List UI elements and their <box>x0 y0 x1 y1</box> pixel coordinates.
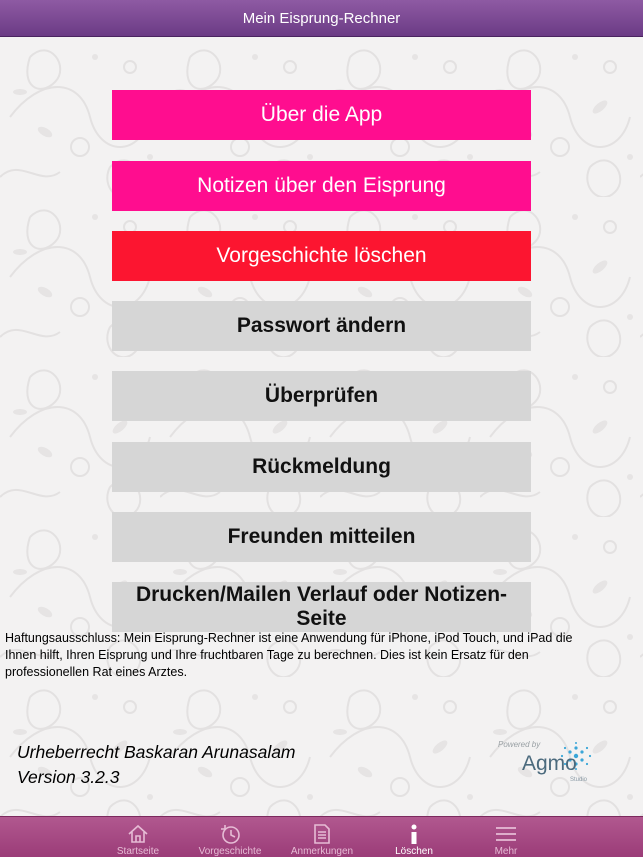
about-app-label: Über die App <box>260 103 383 126</box>
delete-history-label: Vorgeschichte löschen <box>216 244 427 267</box>
tab-history[interactable]: Vorgeschichte <box>184 817 276 857</box>
more-icon <box>496 827 516 841</box>
ovulation-notes-button[interactable]: Notizen über den Eisprung <box>112 161 531 211</box>
about-app-button[interactable]: Über die App <box>112 90 531 140</box>
feedback-button[interactable]: Rückmeldung <box>112 442 531 492</box>
ovulation-notes-label: Notizen über den Eisprung <box>197 174 446 197</box>
floral-background <box>0 37 643 816</box>
notes-icon <box>314 824 330 844</box>
content-area: Über die App Notizen über den Eisprung V… <box>0 37 643 816</box>
print-mail-label-line1: Drucken/Mailen Verlauf oder Notizen- <box>135 583 508 606</box>
review-button[interactable]: Überprüfen <box>112 371 531 421</box>
disclaimer-line: Haftungsausschluss: Mein Eisprung-Rechne… <box>5 631 573 645</box>
tab-home[interactable]: Startseite <box>92 817 184 857</box>
info-icon <box>411 824 417 844</box>
copyright-text: Urheberrecht Baskaran Arunasalam <box>17 742 296 762</box>
tab-label: Anmerkungen <box>290 846 354 857</box>
version-text: Version 3.2.3 <box>17 767 120 787</box>
page-title: Mein Eisprung-Rechner <box>242 9 401 27</box>
print-mail-button[interactable]: Drucken/Mailen Verlauf oder Notizen- Sei… <box>112 582 531 632</box>
tab-bar: Startseite Vorgeschichte Anmerkungen Lös… <box>0 816 643 857</box>
tab-label: Vorgeschichte <box>198 846 262 857</box>
tab-delete[interactable]: Löschen <box>368 817 460 857</box>
copyright-block: Urheberrecht Baskaran Arunasalam Version… <box>17 740 296 790</box>
history-icon <box>221 825 240 844</box>
agmo-studio-label: Studio <box>570 777 588 783</box>
powered-by-label: Powered by <box>498 740 541 749</box>
tab-label: Mehr <box>494 846 518 857</box>
tell-friends-label: Freunden mitteilen <box>227 525 416 548</box>
review-label: Überprüfen <box>264 384 379 407</box>
disclaimer-line: professionellen Rat eines Arztes. <box>5 665 188 679</box>
tab-label: Startseite <box>116 846 160 857</box>
tab-more[interactable]: Mehr <box>460 817 552 857</box>
navigation-bar: Mein Eisprung-Rechner <box>0 0 643 37</box>
print-mail-label-line2: Seite <box>296 607 347 630</box>
tab-label: Löschen <box>395 846 433 857</box>
change-password-label: Passwort ändern <box>236 314 407 337</box>
disclaimer-line: Ihnen hilft, Ihren Eisprung und Ihre fru… <box>5 648 529 662</box>
disclaimer-text: Haftungsausschluss: Mein Eisprung-Rechne… <box>5 630 640 681</box>
agmo-studio-logo[interactable]: Powered by Agmo Studio <box>498 740 602 790</box>
home-icon <box>128 824 148 843</box>
agmo-brand: Agmo <box>522 752 577 775</box>
tab-notes[interactable]: Anmerkungen <box>276 817 368 857</box>
tell-friends-button[interactable]: Freunden mitteilen <box>112 512 531 562</box>
change-password-button[interactable]: Passwort ändern <box>112 301 531 351</box>
feedback-label: Rückmeldung <box>252 455 391 478</box>
delete-history-button[interactable]: Vorgeschichte löschen <box>112 231 531 281</box>
